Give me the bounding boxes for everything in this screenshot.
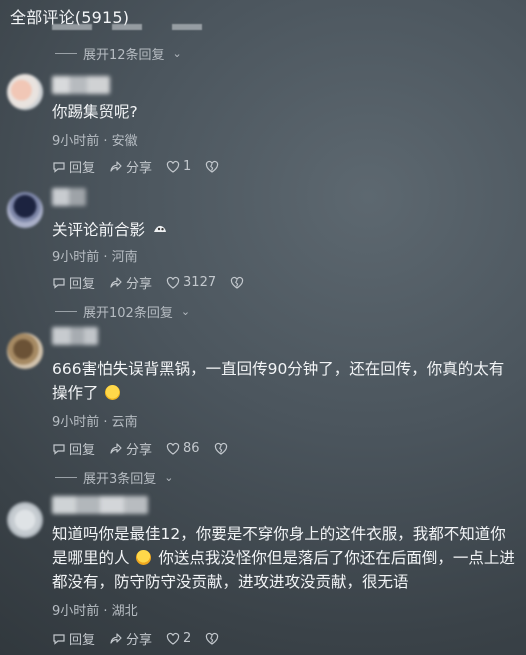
emoji-icon: [153, 217, 167, 232]
share-button[interactable]: 分享: [109, 629, 152, 648]
reply-icon: [53, 633, 65, 645]
share-button[interactable]: 分享: [109, 273, 152, 292]
reply-button[interactable]: 回复: [52, 157, 95, 176]
expand-replies-button[interactable]: 展开12条回复 ⌄: [55, 44, 182, 63]
divider-line: [55, 311, 77, 312]
avatar[interactable]: [7, 333, 43, 369]
reply-label: 回复: [69, 633, 96, 648]
like-button[interactable]: 2: [166, 631, 191, 646]
expand-replies-label: 展开3条回复: [83, 472, 157, 487]
heart-icon: [166, 276, 180, 289]
like-count: 3127: [183, 275, 217, 290]
username-blurred[interactable]: [52, 188, 86, 206]
share-label: 分享: [126, 443, 153, 458]
comment-meta: 9小时前 · 云南: [52, 415, 138, 430]
share-icon: [110, 442, 122, 454]
expand-replies-label: 展开12条回复: [83, 48, 165, 63]
reply-icon: [53, 161, 65, 173]
like-count: 1: [183, 159, 192, 174]
heart-icon: [166, 160, 180, 173]
username-blurred[interactable]: [52, 76, 110, 94]
username-blurred[interactable]: [52, 496, 148, 514]
share-button[interactable]: 分享: [109, 157, 152, 176]
comment-text-content: 666害怕失误背黑锅，一直回传90分钟了，还在回传，你真的太有操作了: [52, 360, 505, 402]
reply-button[interactable]: 回复: [52, 439, 95, 458]
share-icon: [110, 632, 122, 644]
broken-heart-icon: [206, 632, 219, 645]
dislike-button[interactable]: [230, 276, 247, 290]
comment-text: 你踢集贸呢?: [52, 103, 138, 121]
reply-icon: [53, 443, 65, 455]
comment-meta: 9小时前 · 湖北: [52, 604, 138, 619]
reply-label: 回复: [69, 161, 96, 176]
like-count: 86: [183, 441, 200, 456]
divider-line: [55, 477, 77, 478]
chevron-down-icon: ⌄: [172, 47, 182, 60]
divider-line: [55, 53, 77, 54]
comment-meta: 9小时前 · 河南: [52, 250, 138, 265]
reply-icon: [53, 277, 65, 289]
reply-label: 回复: [69, 443, 96, 458]
previous-comment-fragment: [52, 24, 252, 30]
dislike-button[interactable]: [214, 442, 231, 456]
reply-label: 回复: [69, 277, 96, 292]
like-button[interactable]: 86: [166, 441, 200, 456]
username-blurred[interactable]: [52, 327, 98, 345]
reply-button[interactable]: 回复: [52, 629, 95, 648]
heart-icon: [166, 632, 180, 645]
like-count: 2: [183, 631, 192, 646]
chevron-down-icon: ⌄: [180, 305, 191, 318]
avatar[interactable]: [7, 74, 43, 110]
dislike-button[interactable]: [205, 160, 222, 174]
like-button[interactable]: 1: [166, 159, 191, 174]
comment-text: 关评论前合影: [52, 217, 518, 242]
chevron-down-icon: ⌄: [164, 471, 174, 484]
share-button[interactable]: 分享: [109, 439, 152, 458]
smile-emoji-icon: [105, 385, 121, 400]
heart-icon: [166, 442, 180, 455]
broken-heart-icon: [214, 442, 227, 455]
broken-heart-icon: [206, 160, 219, 173]
laughing-emoji-icon: [136, 550, 152, 565]
avatar[interactable]: [7, 192, 43, 228]
expand-replies-label: 展开102条回复: [83, 306, 173, 321]
share-icon: [110, 160, 122, 172]
share-icon: [110, 276, 122, 288]
share-label: 分享: [126, 277, 153, 292]
expand-replies-button[interactable]: 展开3条回复 ⌄: [55, 468, 174, 487]
comment-text-content: 关评论前合影: [52, 221, 146, 239]
comment-text: 666害怕失误背黑锅，一直回传90分钟了，还在回传，你真的太有操作了: [52, 357, 518, 405]
comment-meta: 9小时前 · 安徽: [52, 134, 138, 149]
dislike-button[interactable]: [205, 632, 222, 646]
comment-text: 知道吗你是最佳12，你要是不穿你身上的这件衣服，我都不知道你是哪里的人 你送点我…: [52, 522, 518, 594]
share-label: 分享: [126, 161, 153, 176]
expand-replies-button[interactable]: 展开102条回复 ⌄: [55, 302, 190, 321]
like-button[interactable]: 3127: [166, 275, 216, 290]
broken-heart-icon: [230, 276, 244, 289]
share-label: 分享: [126, 633, 153, 648]
avatar[interactable]: [7, 502, 43, 538]
reply-button[interactable]: 回复: [52, 273, 95, 292]
